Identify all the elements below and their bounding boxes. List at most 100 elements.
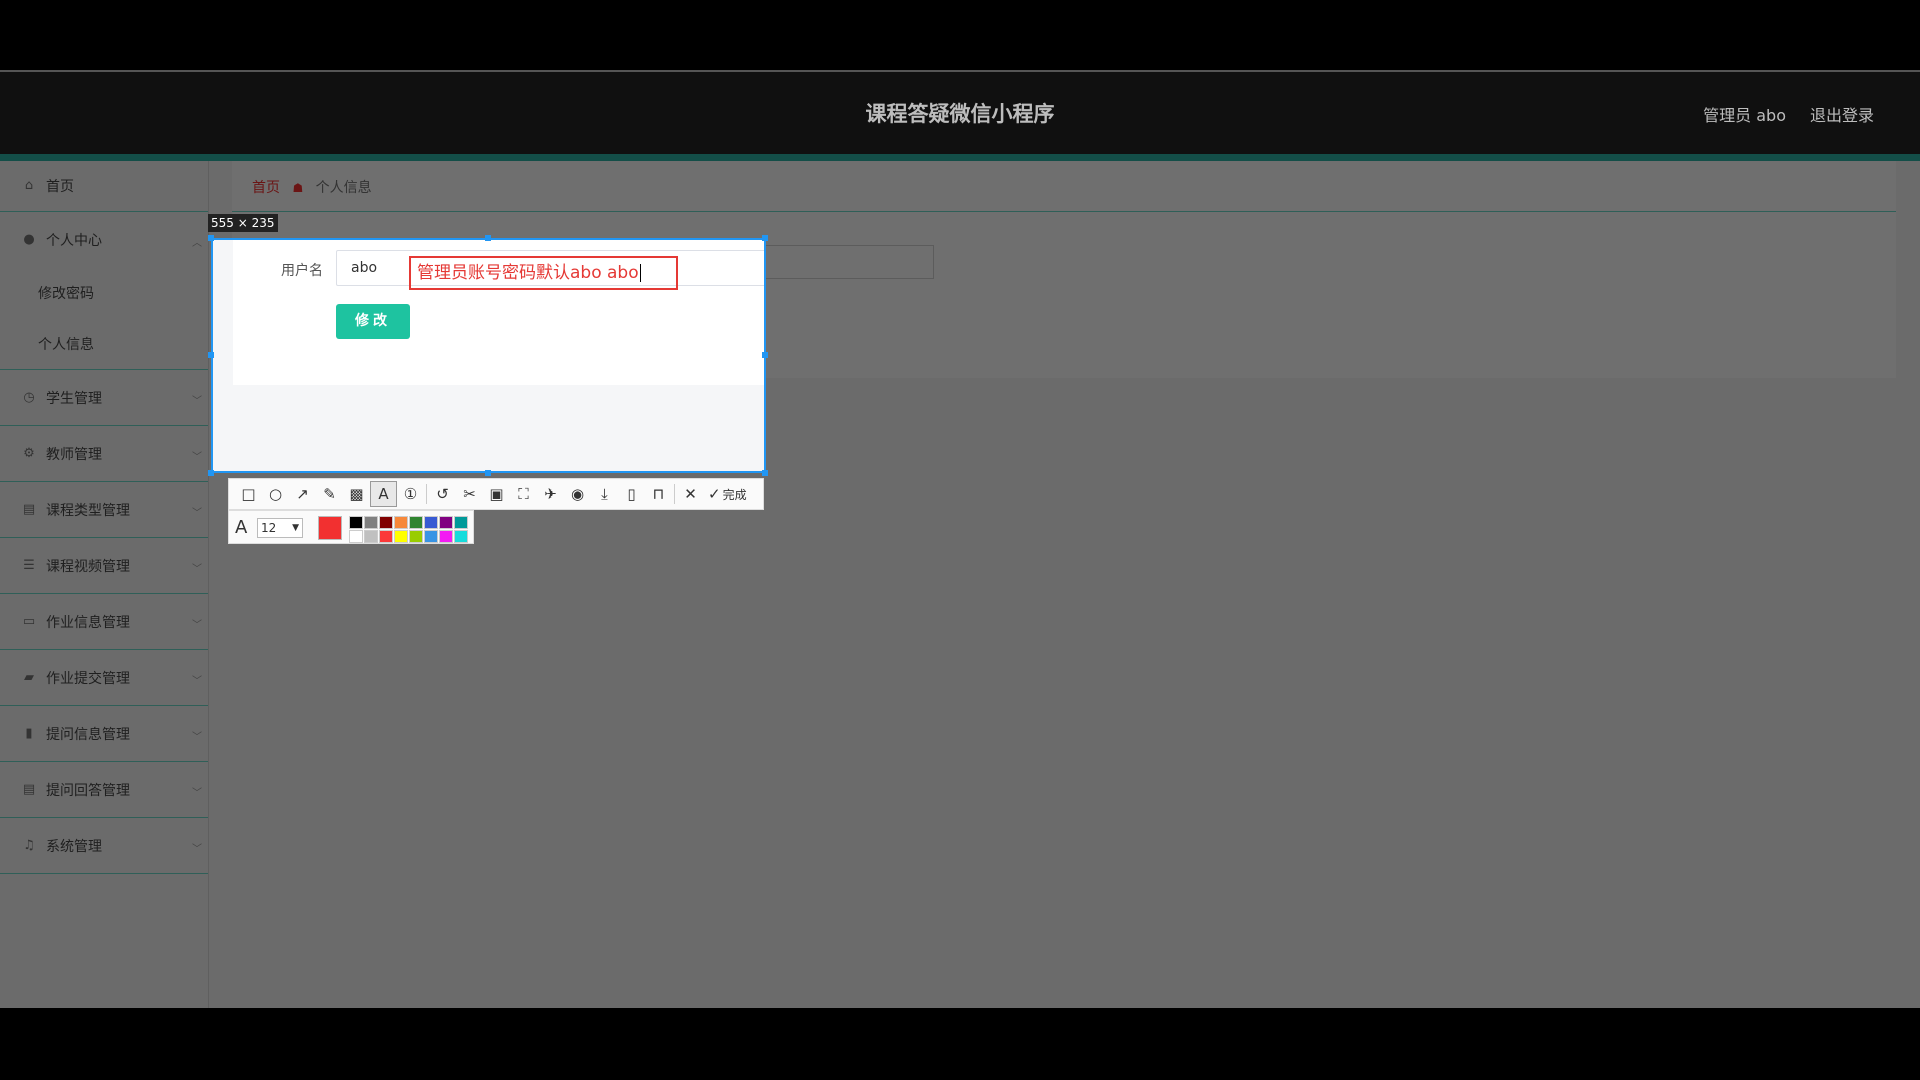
arrow-tool-icon[interactable]: ↗ [289, 481, 316, 507]
record-icon[interactable]: ◉ [564, 481, 591, 507]
rectangle-tool-icon[interactable]: □ [235, 481, 262, 507]
toolbar-divider [674, 484, 675, 504]
sidebar-item-label: 教师管理 [46, 446, 102, 463]
sidebar-item-label: 个人中心 [46, 233, 102, 249]
text-annotation-box[interactable]: 管理员账号密码默认abo abo [409, 256, 678, 290]
text-caret [639, 264, 641, 282]
resize-handle-s[interactable] [485, 470, 491, 476]
color-swatch[interactable] [424, 530, 438, 543]
ellipse-tool-icon[interactable]: ○ [262, 481, 289, 507]
chevron-down-icon: ﹀ [192, 452, 202, 463]
sidebar-subitem-personal-info[interactable]: 个人信息 [0, 318, 208, 370]
chevron-down-icon: ﹀ [192, 508, 202, 519]
color-swatch[interactable] [409, 530, 423, 543]
font-size-select[interactable]: 12 ▼ [257, 518, 303, 538]
mosaic-tool-icon[interactable]: ▩ [343, 481, 370, 507]
sidebar-item-label: 作业信息管理 [46, 614, 130, 631]
bottom-letterbox [0, 1008, 1920, 1080]
sidebar-item-label: 系统管理 [46, 838, 102, 855]
sidebar-item-label: 提问回答管理 [46, 782, 130, 799]
color-swatch[interactable] [394, 516, 408, 529]
list-icon: ☰ [23, 557, 35, 573]
close-icon[interactable]: ✕ [677, 481, 704, 507]
submit-button[interactable]: 修改 [336, 304, 410, 339]
sidebar-item-label: 课程视频管理 [46, 558, 130, 575]
pin-icon[interactable]: ✈ [537, 481, 564, 507]
resize-handle-sw[interactable] [208, 470, 214, 476]
sidebar: ⌂ 首页 ● 个人中心 ︿ 修改密码 个人信息 ◷ 学生管理 ﹀ ⚙ 教师管理 … [0, 161, 209, 1008]
scissors-icon[interactable]: ✂ [456, 481, 483, 507]
username-input-dimmed [764, 245, 934, 279]
sidebar-item-questions[interactable]: ▮ 提问信息管理 ﹀ [0, 706, 208, 762]
current-color-swatch[interactable] [318, 516, 342, 540]
undo-icon[interactable]: ↺ [429, 481, 456, 507]
sidebar-item-homework-submit[interactable]: ▰ 作业提交管理 ﹀ [0, 650, 208, 706]
sidebar-item-teachers[interactable]: ⚙ 教师管理 ﹀ [0, 426, 208, 482]
breadcrumb-home[interactable]: 首页 [252, 180, 280, 196]
sidebar-item-course-videos[interactable]: ☰ 课程视频管理 ﹀ [0, 538, 208, 594]
text-tool-icon[interactable]: A [370, 481, 397, 507]
settings-icon: ⚙ [23, 445, 35, 461]
color-swatch[interactable] [394, 530, 408, 543]
ocr-icon[interactable]: ⛶ [510, 481, 537, 507]
color-swatch[interactable] [409, 516, 423, 529]
sidebar-item-label: 学生管理 [46, 390, 102, 407]
bell-icon: ♫ [23, 837, 35, 853]
chevron-down-icon: ▼ [292, 523, 299, 533]
color-swatch[interactable] [364, 530, 378, 543]
username-label: 用户名 [281, 263, 323, 279]
sidebar-item-system[interactable]: ♫ 系统管理 ﹀ [0, 818, 208, 874]
color-swatch[interactable] [424, 516, 438, 529]
logout-link[interactable]: 退出登录 [1810, 102, 1874, 126]
color-swatch[interactable] [364, 516, 378, 529]
chevron-down-icon: ﹀ [192, 396, 202, 407]
bookmark-icon[interactable]: ⊓ [645, 481, 672, 507]
briefcase-icon: ▰ [24, 669, 34, 685]
resize-handle-n[interactable] [485, 235, 491, 241]
breadcrumb-divider [232, 211, 1896, 212]
resize-handle-ne[interactable] [762, 235, 768, 241]
clipboard-icon: ▤ [22, 501, 36, 517]
chevron-up-icon: ︿ [192, 238, 202, 249]
color-swatch[interactable] [379, 516, 393, 529]
color-swatch[interactable] [379, 530, 393, 543]
chevron-down-icon: ﹀ [192, 844, 202, 855]
chevron-down-icon: ﹀ [192, 564, 202, 575]
color-swatch[interactable] [454, 516, 468, 529]
check-icon: ✓ [708, 485, 721, 503]
sidebar-item-home[interactable]: ⌂ 首页 [0, 161, 208, 212]
capture-toolbar: □ ○ ↗ ✎ ▩ A ① ↺ ✂ ▣ ⛶ ✈ ◉ ⤓ ▯ ⊓ ✕ ✓ 完成 [228, 478, 764, 510]
chevron-down-icon: ﹀ [192, 732, 202, 743]
font-icon: A [235, 517, 248, 538]
color-swatch[interactable] [349, 530, 363, 543]
resize-handle-se[interactable] [762, 470, 768, 476]
resize-handle-e[interactable] [762, 352, 768, 358]
translate-icon[interactable]: ▣ [483, 481, 510, 507]
sidebar-item-homework-info[interactable]: ▭ 作业信息管理 ﹀ [0, 594, 208, 650]
chevron-down-icon: ﹀ [192, 676, 202, 687]
done-button[interactable]: ✓ 完成 [708, 485, 747, 503]
phone-icon[interactable]: ▯ [618, 481, 645, 507]
sidebar-subitem-change-password[interactable]: 修改密码 [0, 268, 208, 318]
color-swatch[interactable] [349, 516, 363, 529]
download-icon[interactable]: ⤓ [591, 481, 618, 507]
home-icon: ⌂ [24, 178, 34, 193]
number-tool-icon[interactable]: ① [397, 481, 424, 507]
app-header: 课程答疑微信小程序 管理员 abo 退出登录 [0, 72, 1920, 154]
bar-chart-icon: ▮ [25, 725, 33, 741]
sidebar-item-students[interactable]: ◷ 学生管理 ﹀ [0, 370, 208, 426]
resize-handle-nw[interactable] [208, 235, 214, 241]
sidebar-item-personal-center[interactable]: ● 个人中心 ︿ [0, 212, 208, 268]
color-swatch[interactable] [454, 530, 468, 543]
sidebar-item-answers[interactable]: ▤ 提问回答管理 ﹀ [0, 762, 208, 818]
sidebar-item-course-types[interactable]: ▤ 课程类型管理 ﹀ [0, 482, 208, 538]
app-frame: 课程答疑微信小程序 管理员 abo 退出登录 ⌂ 首页 ● 个人中心 ︿ 修改密… [0, 70, 1920, 1008]
resize-handle-w[interactable] [208, 352, 214, 358]
pen-tool-icon[interactable]: ✎ [316, 481, 343, 507]
color-swatch[interactable] [439, 516, 453, 529]
sidebar-item-label: 首页 [46, 179, 74, 195]
breadcrumb-separator-icon: ☗ [292, 181, 304, 195]
breadcrumb: 首页 ☗ 个人信息 [252, 177, 372, 197]
color-swatch[interactable] [439, 530, 453, 543]
monitor-icon: ▭ [22, 613, 36, 629]
